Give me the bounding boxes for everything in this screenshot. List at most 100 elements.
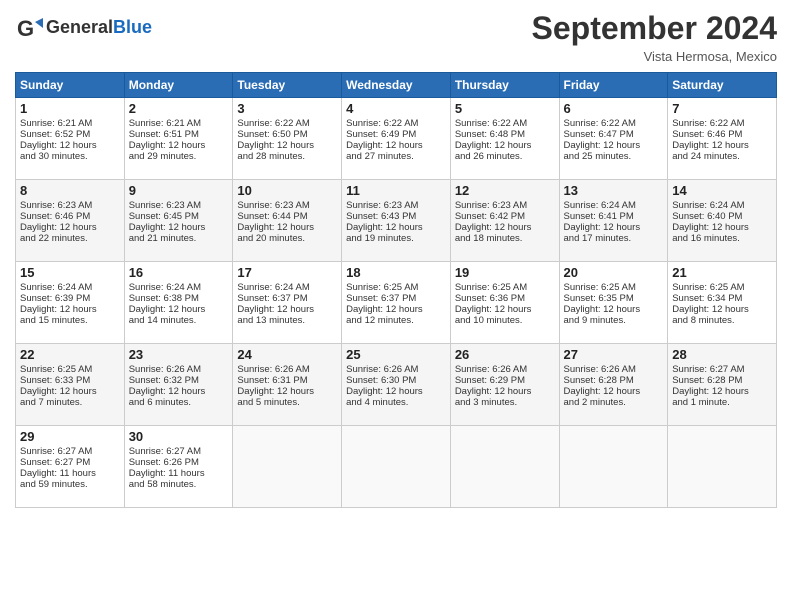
cell-text-line: Sunset: 6:41 PM bbox=[564, 211, 664, 222]
calendar-week-5: 29Sunrise: 6:27 AMSunset: 6:27 PMDayligh… bbox=[16, 426, 777, 508]
cell-text-line: Sunset: 6:33 PM bbox=[20, 375, 120, 386]
calendar-cell-1: 1Sunrise: 6:21 AMSunset: 6:52 PMDaylight… bbox=[16, 98, 125, 180]
calendar-cell-28: 28Sunrise: 6:27 AMSunset: 6:28 PMDayligh… bbox=[668, 344, 777, 426]
cell-text-line: and 21 minutes. bbox=[129, 233, 229, 244]
cell-text-line: Sunset: 6:36 PM bbox=[455, 293, 555, 304]
calendar-cell-10: 10Sunrise: 6:23 AMSunset: 6:44 PMDayligh… bbox=[233, 180, 342, 262]
cell-text-line: Sunset: 6:37 PM bbox=[237, 293, 337, 304]
cell-text-line: and 2 minutes. bbox=[564, 397, 664, 408]
cell-text-line: Sunset: 6:47 PM bbox=[564, 129, 664, 140]
calendar-cell-6: 6Sunrise: 6:22 AMSunset: 6:47 PMDaylight… bbox=[559, 98, 668, 180]
cell-text-line: and 16 minutes. bbox=[672, 233, 772, 244]
cell-text-line: Sunrise: 6:26 AM bbox=[564, 364, 664, 375]
day-number: 13 bbox=[564, 183, 664, 198]
cell-text-line: Daylight: 12 hours bbox=[672, 304, 772, 315]
cell-text-line: Sunrise: 6:24 AM bbox=[672, 200, 772, 211]
day-number: 27 bbox=[564, 347, 664, 362]
day-number: 10 bbox=[237, 183, 337, 198]
cell-text-line: Sunset: 6:46 PM bbox=[672, 129, 772, 140]
cell-text-line: Sunset: 6:42 PM bbox=[455, 211, 555, 222]
cell-text-line: Daylight: 12 hours bbox=[129, 386, 229, 397]
cell-text-line: Daylight: 12 hours bbox=[129, 222, 229, 233]
calendar-cell-24: 24Sunrise: 6:26 AMSunset: 6:31 PMDayligh… bbox=[233, 344, 342, 426]
logo: G GeneralBlue bbox=[15, 14, 152, 42]
day-number: 6 bbox=[564, 101, 664, 116]
cell-text-line: Sunrise: 6:22 AM bbox=[346, 118, 446, 129]
cell-text-line: and 30 minutes. bbox=[20, 151, 120, 162]
day-number: 7 bbox=[672, 101, 772, 116]
cell-text-line: Daylight: 12 hours bbox=[237, 386, 337, 397]
cell-text-line: Sunrise: 6:24 AM bbox=[129, 282, 229, 293]
cell-text-line: and 14 minutes. bbox=[129, 315, 229, 326]
cell-text-line: and 4 minutes. bbox=[346, 397, 446, 408]
calendar-cell-12: 12Sunrise: 6:23 AMSunset: 6:42 PMDayligh… bbox=[450, 180, 559, 262]
calendar-cell-empty-4-5 bbox=[559, 426, 668, 508]
cell-text-line: Sunset: 6:46 PM bbox=[20, 211, 120, 222]
cell-text-line: Sunrise: 6:25 AM bbox=[672, 282, 772, 293]
calendar-cell-16: 16 Sunrise: 6:24 AMSunset: 6:38 PMDayligh… bbox=[124, 262, 233, 344]
cell-text-line: Sunrise: 6:22 AM bbox=[672, 118, 772, 129]
col-tuesday: Tuesday bbox=[233, 73, 342, 98]
day-number: 19 bbox=[455, 265, 555, 280]
cell-text-line: and 15 minutes. bbox=[20, 315, 120, 326]
calendar-cell-2: 2Sunrise: 6:21 AMSunset: 6:51 PMDaylight… bbox=[124, 98, 233, 180]
cell-text-line: Sunset: 6:43 PM bbox=[346, 211, 446, 222]
cell-text-line: Sunrise: 6:26 AM bbox=[129, 364, 229, 375]
col-saturday: Saturday bbox=[668, 73, 777, 98]
calendar-cell-21: 21Sunrise: 6:25 AMSunset: 6:34 PMDayligh… bbox=[668, 262, 777, 344]
calendar-week-2: 8Sunrise: 6:23 AMSunset: 6:46 PMDaylight… bbox=[16, 180, 777, 262]
cell-text-line: and 58 minutes. bbox=[129, 479, 229, 490]
cell-text-line: Daylight: 12 hours bbox=[129, 304, 229, 315]
calendar-cell-27: 27 Sunrise: 6:26 AMSunset: 6:28 PMDayligh… bbox=[559, 344, 668, 426]
cell-text-line: Daylight: 12 hours bbox=[20, 386, 120, 397]
cell-text-line: Daylight: 12 hours bbox=[455, 304, 555, 315]
cell-text-line: Sunset: 6:48 PM bbox=[455, 129, 555, 140]
cell-text-line: Sunset: 6:40 PM bbox=[672, 211, 772, 222]
calendar-cell-20: 20Sunrise: 6:25 AMSunset: 6:35 PMDayligh… bbox=[559, 262, 668, 344]
calendar-cell-23: 23Sunrise: 6:26 AMSunset: 6:32 PMDayligh… bbox=[124, 344, 233, 426]
calendar-cell-25: 25Sunrise: 6:26 AMSunset: 6:30 PMDayligh… bbox=[342, 344, 451, 426]
cell-text-line: Sunset: 6:28 PM bbox=[564, 375, 664, 386]
cell-text-line: and 17 minutes. bbox=[564, 233, 664, 244]
cell-text-line: Sunset: 6:28 PM bbox=[672, 375, 772, 386]
calendar-cell-18: 18Sunrise: 6:25 AMSunset: 6:37 PMDayligh… bbox=[342, 262, 451, 344]
cell-text-line: Sunrise: 6:25 AM bbox=[564, 282, 664, 293]
cell-text-line: Sunrise: 6:23 AM bbox=[237, 200, 337, 211]
cell-text-line: Sunrise: 6:25 AM bbox=[455, 282, 555, 293]
cell-text-line: Sunrise: 6:25 AM bbox=[346, 282, 446, 293]
cell-text-line: Daylight: 12 hours bbox=[672, 222, 772, 233]
cell-text-line: Daylight: 12 hours bbox=[20, 140, 120, 151]
calendar-cell-22: 22Sunrise: 6:25 AMSunset: 6:33 PMDayligh… bbox=[16, 344, 125, 426]
calendar-cell-8: 8Sunrise: 6:23 AMSunset: 6:46 PMDaylight… bbox=[16, 180, 125, 262]
cell-text-line: and 13 minutes. bbox=[237, 315, 337, 326]
day-number: 25 bbox=[346, 347, 446, 362]
cell-text-line: Daylight: 12 hours bbox=[564, 386, 664, 397]
logo-icon: G bbox=[15, 14, 43, 42]
cell-text-line: Sunrise: 6:25 AM bbox=[20, 364, 120, 375]
day-number: 11 bbox=[346, 183, 446, 198]
cell-text-line: Sunset: 6:38 PM bbox=[129, 293, 229, 304]
location-subtitle: Vista Hermosa, Mexico bbox=[532, 49, 777, 64]
cell-text-line: Sunset: 6:49 PM bbox=[346, 129, 446, 140]
col-friday: Friday bbox=[559, 73, 668, 98]
cell-text-line: and 9 minutes. bbox=[564, 315, 664, 326]
day-number: 16 bbox=[129, 265, 229, 280]
calendar-week-1: 1Sunrise: 6:21 AMSunset: 6:52 PMDaylight… bbox=[16, 98, 777, 180]
calendar-cell-7: 7Sunrise: 6:22 AMSunset: 6:46 PMDaylight… bbox=[668, 98, 777, 180]
cell-text-line: and 18 minutes. bbox=[455, 233, 555, 244]
cell-text-line: Sunset: 6:45 PM bbox=[129, 211, 229, 222]
day-number: 21 bbox=[672, 265, 772, 280]
cell-text-line: Sunrise: 6:23 AM bbox=[346, 200, 446, 211]
calendar-cell-empty-4-4 bbox=[450, 426, 559, 508]
cell-text-line: Sunrise: 6:24 AM bbox=[237, 282, 337, 293]
cell-text-line: and 8 minutes. bbox=[672, 315, 772, 326]
day-number: 2 bbox=[129, 101, 229, 116]
cell-text-line: and 59 minutes. bbox=[20, 479, 120, 490]
page-container: G GeneralBlue September 2024 Vista Hermo… bbox=[0, 0, 792, 513]
cell-text-line: Daylight: 12 hours bbox=[564, 222, 664, 233]
calendar-table: Sunday Monday Tuesday Wednesday Thursday… bbox=[15, 72, 777, 508]
cell-text-line: Sunrise: 6:27 AM bbox=[20, 446, 120, 457]
calendar-cell-26: 26Sunrise: 6:26 AMSunset: 6:29 PMDayligh… bbox=[450, 344, 559, 426]
page-header: G GeneralBlue September 2024 Vista Hermo… bbox=[15, 10, 777, 64]
calendar-cell-empty-4-3 bbox=[342, 426, 451, 508]
